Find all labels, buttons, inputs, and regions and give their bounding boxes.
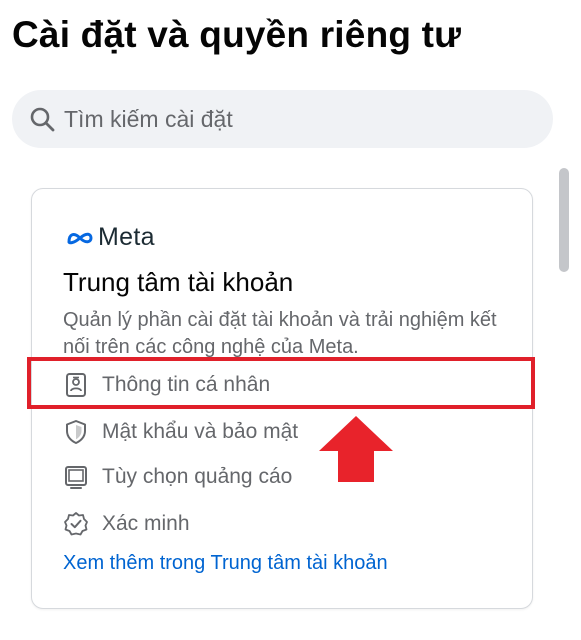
menu-item-label: Mật khẩu và bảo mật <box>102 420 299 443</box>
see-more-accounts-center-link[interactable]: Xem thêm trong Trung tâm tài khoản <box>63 552 388 575</box>
page-title: Cài đặt và quyền riêng tư <box>12 14 462 55</box>
meta-infinity-icon <box>67 232 93 244</box>
menu-item-label: Tùy chọn quảng cáo <box>102 465 293 488</box>
menu-item-verification[interactable]: Xác minh <box>63 509 190 539</box>
meta-wordmark: Meta <box>98 223 155 251</box>
verified-badge-icon <box>63 511 89 537</box>
card-description: Quản lý phần cài đặt tài khoản và trải n… <box>63 309 497 358</box>
highlight-annotation-box <box>27 357 535 409</box>
scrollbar[interactable] <box>557 168 571 640</box>
search-icon <box>29 106 55 132</box>
meta-logo: Meta <box>65 223 155 252</box>
shield-icon <box>63 419 89 445</box>
monitor-icon <box>63 464 89 490</box>
menu-item-label: Xác minh <box>102 512 190 535</box>
search-bar[interactable] <box>12 90 553 148</box>
menu-item-password-security[interactable]: Mật khẩu và bảo mật <box>63 417 298 447</box>
card-title: Trung tâm tài khoản <box>63 267 294 297</box>
up-arrow-annotation-icon <box>319 416 393 482</box>
menu-item-ad-preferences[interactable]: Tùy chọn quảng cáo <box>63 462 292 492</box>
search-input[interactable] <box>64 105 524 133</box>
scrollbar-thumb[interactable] <box>559 168 569 272</box>
